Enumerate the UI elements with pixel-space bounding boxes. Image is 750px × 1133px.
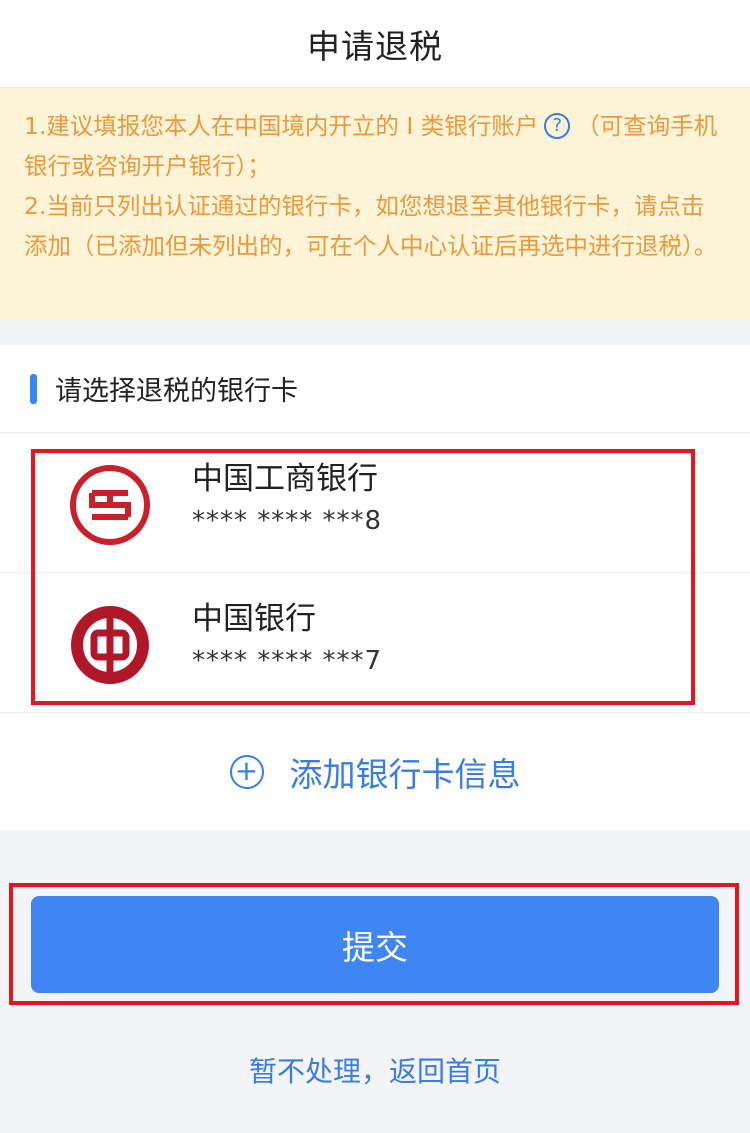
icbc-logo-icon [70, 465, 150, 545]
card-info: 中国工商银行 **** **** ***8 [192, 459, 382, 541]
help-icon[interactable]: ? [544, 112, 571, 139]
page-header: 申请退税 [0, 0, 750, 88]
bank-name: 中国工商银行 [192, 461, 378, 497]
submit-button[interactable]: 提交 [31, 896, 719, 993]
page-title: 申请退税 [307, 26, 443, 66]
section-title: 请选择退税的银行卡 [55, 376, 298, 407]
bank-name: 中国银行 [192, 601, 316, 637]
add-bank-card-button[interactable]: + 添加银行卡信息 [0, 713, 750, 830]
return-home-link[interactable]: 暂不处理，返回首页 [0, 1050, 750, 1094]
bank-card-item-boc[interactable]: 中国银行 **** **** ***7 [0, 573, 750, 713]
add-bank-card-label: 添加银行卡信息 [289, 754, 521, 794]
notice-line-1-text: 1.建议填报您本人在中国境内开立的 I 类银行账户 [24, 112, 539, 140]
boc-logo-icon [71, 606, 149, 684]
section-accent-bar [30, 373, 37, 404]
notice-panel: 1.建议填报您本人在中国境内开立的 I 类银行账户? （可查询手机银行或咨询开户银… [0, 88, 750, 320]
notice-line-1: 1.建议填报您本人在中国境内开立的 I 类银行账户? （可查询手机银行或咨询开户银… [24, 106, 726, 186]
section-header: 请选择退税的银行卡 [0, 345, 750, 433]
bank-card-item-icbc[interactable]: 中国工商银行 **** **** ***8 [0, 433, 750, 573]
card-info: 中国银行 **** **** ***7 [192, 599, 382, 681]
notice-line-2: 2.当前只列出认证通过的银行卡，如您想退至其他银行卡，请点击添加（已添加但未列出… [24, 192, 718, 260]
card-number: **** **** ***8 [192, 506, 383, 536]
plus-circle-icon: + [229, 754, 264, 789]
bank-card-panel: 请选择退税的银行卡 中国工商银行 **** **** ***8 中国银行 ***… [0, 345, 750, 830]
card-number: **** **** ***7 [192, 646, 383, 676]
